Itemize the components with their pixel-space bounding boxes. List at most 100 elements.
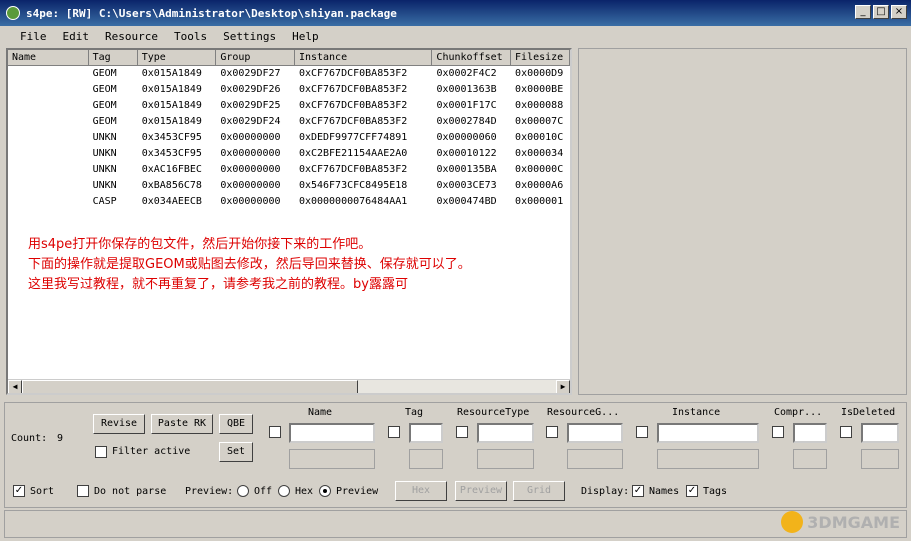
filter-isdeleted-input[interactable]: [861, 423, 899, 443]
sort-checkbox[interactable]: ✓: [13, 485, 25, 497]
table-cell: 0xCF767DCF0BA853F2: [298, 84, 408, 95]
preview-preview-label: Preview: [336, 486, 379, 497]
minimize-button[interactable]: _: [855, 5, 871, 19]
filter-tag-checkbox[interactable]: [388, 426, 400, 438]
table-row[interactable]: CASP 0x034AEECB 0x00000000 0x0000000076484A…: [8, 194, 570, 210]
filter-compressed-input[interactable]: [793, 423, 827, 443]
table-cell: 0x00007C: [515, 116, 564, 127]
table-row[interactable]: UNKN 0x3453CF95 0x00000000 0xDEDF9977CFF748…: [8, 130, 570, 146]
filter-isdeleted-input-2: [861, 449, 899, 469]
filter-compressed-input-2: [793, 449, 827, 469]
filter-instance-label: Instance: [672, 407, 721, 418]
table-cell: 0xCF767DCF0BA853F2: [298, 68, 408, 79]
close-button[interactable]: ×: [891, 5, 907, 19]
column-header[interactable]: Instance: [295, 50, 433, 65]
preview-button[interactable]: Preview: [455, 481, 507, 501]
sort-label: Sort: [30, 486, 55, 497]
table-cell: 0x000001: [515, 196, 564, 207]
table-cell: 0x000135BA: [436, 164, 497, 175]
names-checkbox[interactable]: ✓: [632, 485, 644, 497]
maximize-button[interactable]: □: [873, 5, 889, 19]
filter-instance-input[interactable]: [657, 423, 759, 443]
table-cell: 0x0003CE73: [436, 180, 497, 191]
annotation-text: 用s4pe打开你保存的包文件，然后开始你接下来的工作吧。 下面的操作就是提取GE…: [28, 235, 471, 295]
table-row[interactable]: GEOM 0x015A1849 0x0029DF24 0xCF767DCF0BA853…: [8, 114, 570, 130]
table-cell: 0x00000000: [220, 196, 281, 207]
filter-name-checkbox[interactable]: [269, 426, 281, 438]
table-cell: 0x3453CF95: [141, 148, 202, 159]
grid-header: Name Tag Type Group Instance Chunkoffset…: [8, 50, 570, 66]
filter-name-input[interactable]: [289, 423, 375, 443]
app-icon: [6, 6, 20, 20]
menu-edit[interactable]: Edit: [55, 30, 98, 43]
filter-isdeleted-checkbox[interactable]: [840, 426, 852, 438]
menu-help[interactable]: Help: [284, 30, 327, 43]
tags-label: Tags: [703, 486, 728, 497]
table-row[interactable]: UNKN 0x3453CF95 0x00000000 0xC2BFE21154AAE2…: [8, 146, 570, 162]
filter-name-label: Name: [308, 407, 333, 418]
preview-hex-radio[interactable]: [278, 485, 290, 497]
preview-preview-radio[interactable]: [319, 485, 331, 497]
table-cell: 0x000034: [515, 148, 564, 159]
column-header[interactable]: Chunkoffset: [432, 50, 512, 65]
grid-body: GEOM 0x015A1849 0x0029DF27 0xCF767DCF0BA853…: [8, 66, 570, 210]
do-not-parse-checkbox[interactable]: [77, 485, 89, 497]
column-header[interactable]: Group: [216, 50, 295, 65]
grid-button[interactable]: Grid: [513, 481, 565, 501]
watermark-text: 3DMGAME: [807, 512, 900, 532]
paste-rk-button[interactable]: Paste RK: [151, 414, 213, 434]
filter-resourcetype-checkbox[interactable]: [456, 426, 468, 438]
table-row[interactable]: GEOM 0x015A1849 0x0029DF25 0xCF767DCF0BA853…: [8, 98, 570, 114]
filter-resourcegroup-checkbox[interactable]: [546, 426, 558, 438]
tags-checkbox[interactable]: ✓: [686, 485, 698, 497]
preview-off-radio[interactable]: [237, 485, 249, 497]
scroll-thumb[interactable]: [22, 380, 358, 393]
set-button[interactable]: Set: [219, 442, 253, 462]
column-header[interactable]: Name: [8, 50, 89, 65]
filter-compressed-label: Compr...: [774, 407, 823, 418]
scroll-right-icon[interactable]: ▶: [556, 380, 570, 393]
filter-resourcetype-input[interactable]: [477, 423, 534, 443]
filter-tag-input[interactable]: [409, 423, 443, 443]
table-cell: 0x015A1849: [141, 84, 202, 95]
filter-compressed-checkbox[interactable]: [772, 426, 784, 438]
annotation-line: 用s4pe打开你保存的包文件，然后开始你接下来的工作吧。: [28, 237, 372, 252]
column-header[interactable]: Tag: [89, 50, 138, 65]
title-bar: s4pe: [RW] C:\Users\Administrator\Deskto…: [0, 0, 911, 26]
filter-resourcegroup-input-2: [567, 449, 623, 469]
table-cell: GEOM: [92, 84, 117, 95]
column-header[interactable]: Type: [138, 50, 217, 65]
watermark-logo-icon: [781, 511, 804, 533]
table-cell: 0x0002784D: [436, 116, 497, 127]
filter-resourcegroup-input[interactable]: [567, 423, 623, 443]
horizontal-scrollbar[interactable]: ◀ ▶: [8, 379, 570, 393]
preview-pane: [578, 48, 907, 395]
resource-grid[interactable]: Name Tag Type Group Instance Chunkoffset…: [6, 48, 572, 395]
menu-file[interactable]: File: [12, 30, 55, 43]
table-cell: 0x0001F17C: [436, 100, 497, 111]
qbe-button[interactable]: QBE: [219, 414, 253, 434]
table-cell: 0x015A1849: [141, 100, 202, 111]
column-header[interactable]: Filesize: [511, 50, 570, 65]
table-cell: 0x0029DF27: [220, 68, 281, 79]
table-cell: 0xDEDF9977CFF74891: [298, 132, 408, 143]
scroll-left-icon[interactable]: ◀: [8, 380, 22, 393]
filter-isdeleted-label: IsDeleted: [841, 407, 896, 418]
menu-tools[interactable]: Tools: [166, 30, 215, 43]
filter-instance-checkbox[interactable]: [636, 426, 648, 438]
table-cell: 0x0029DF25: [220, 100, 281, 111]
table-row[interactable]: GEOM 0x015A1849 0x0029DF26 0xCF767DCF0BA853…: [8, 82, 570, 98]
table-cell: UNKN: [92, 180, 117, 191]
filter-active-checkbox[interactable]: [95, 446, 107, 458]
table-row[interactable]: GEOM 0x015A1849 0x0029DF27 0xCF767DCF0BA853…: [8, 66, 570, 82]
preview-off-label: Off: [254, 486, 273, 497]
menu-resource[interactable]: Resource: [97, 30, 166, 43]
display-label: Display:: [581, 486, 630, 497]
hex-button[interactable]: Hex: [395, 481, 447, 501]
table-cell: 0xAC16FBEC: [141, 164, 202, 175]
table-row[interactable]: UNKN 0xAC16FBEC 0x00000000 0xCF767DCF0BA853…: [8, 162, 570, 178]
revise-button[interactable]: Revise: [93, 414, 145, 434]
menu-settings[interactable]: Settings: [215, 30, 284, 43]
table-row[interactable]: UNKN 0xBA856C78 0x00000000 0x546F73CFC8495E…: [8, 178, 570, 194]
filter-resourcetype-label: ResourceType: [457, 407, 530, 418]
